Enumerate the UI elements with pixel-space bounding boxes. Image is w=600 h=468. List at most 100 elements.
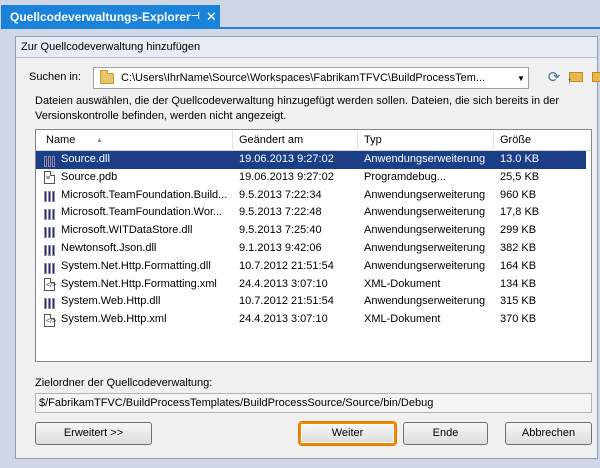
file-type: XML-Dokument: [364, 277, 441, 290]
file-date: 9.5.2013 7:22:34: [239, 188, 322, 201]
file-type: Anwendungserweiterung: [364, 241, 486, 254]
file-name-cell: Source.dll: [36, 151, 233, 169]
file-name-cell: System.Web.Http.dll: [36, 293, 233, 311]
file-size: 315 KB: [500, 295, 537, 308]
file-size: 382 KB: [500, 241, 537, 254]
file-date: 24.4.2013 3:07:10: [239, 313, 328, 326]
file-name-cell: Microsoft.TeamFoundation.Wor...: [36, 204, 233, 222]
file-row[interactable]: ≡ Source.pdb 19.06.2013 9:27:02 Programdebu…: [36, 169, 591, 187]
file-name: System.Web.Http.dll: [61, 295, 161, 308]
file-name: System.Net.Http.Formatting.dll: [61, 259, 211, 272]
look-in-row: Suchen in: C:\Users\IhrName\Source\Works…: [29, 67, 600, 89]
document-tab-strip: Quellcodeverwaltungs-Explorer ⊣ ✕: [0, 0, 600, 29]
file-size: 17,8 KB: [500, 206, 540, 219]
tab-title: Quellcodeverwaltungs-Explorer: [10, 9, 191, 24]
dropdown-arrow-icon[interactable]: ▼: [514, 74, 528, 83]
file-row[interactable]: </> System.Net.Http.Formatting.xml 24.4.20…: [36, 276, 591, 294]
xml-icon: </>: [44, 313, 56, 327]
pin-icon[interactable]: ⊣: [191, 11, 200, 22]
file-date: 19.06.2013 9:27:02: [239, 170, 334, 183]
folder-icon: [100, 69, 114, 84]
file-type: Programdebug...: [364, 170, 446, 183]
destination-label: Zielordner der Quellcodeverwaltung:: [35, 377, 213, 389]
file-size: 25,5 KB: [500, 170, 540, 183]
file-rows: Source.dll 19.06.2013 9:27:02 Anwendungser…: [36, 151, 591, 329]
dll-icon: [42, 260, 56, 274]
file-name: Source.dll: [61, 153, 110, 165]
column-header-name[interactable]: Name ▲: [36, 130, 233, 151]
file-date: 19.06.2013 9:27:02: [233, 151, 358, 169]
cancel-button[interactable]: Abbrechen: [505, 422, 592, 445]
file-size: 13.0 KB: [494, 151, 586, 169]
dll-icon: [42, 295, 56, 310]
close-icon[interactable]: ✕: [206, 9, 217, 25]
tab-underline: [1, 27, 600, 29]
file-date: 10.7.2012 21:51:54: [239, 295, 334, 308]
file-name-cell: ≡ Source.pdb: [36, 169, 233, 187]
look-in-combobox[interactable]: C:\Users\IhrName\Source\Workspaces\Fabri…: [93, 67, 529, 89]
file-date: 9.1.2013 9:42:06: [239, 241, 322, 254]
file-size: 960 KB: [500, 188, 537, 201]
file-name-cell: </> System.Web.Http.xml: [36, 311, 233, 329]
file-type: Anwendungserweiterung: [364, 259, 486, 272]
file-size: 164 KB: [500, 259, 537, 272]
file-name: Newtonsoft.Json.dll: [61, 241, 157, 254]
column-name-label: Name: [46, 134, 76, 146]
file-name: Microsoft.WITDataStore.dll: [61, 224, 193, 237]
column-header-type[interactable]: Typ: [358, 130, 494, 151]
destination-path-field[interactable]: $/FabrikamTFVC/BuildProcessTemplates/Bui…: [35, 393, 592, 413]
dll-icon: [42, 206, 56, 221]
file-size: 299 KB: [500, 224, 537, 237]
list-header: Name ▲ Geändert am Typ Größe: [36, 130, 591, 151]
file-type: Anwendungserweiterung: [364, 206, 486, 219]
file-size: 370 KB: [500, 313, 537, 326]
file-type: Anwendungserweiterung: [364, 188, 486, 201]
file-row[interactable]: Microsoft.WITDataStore.dll 9.5.2013 7:25:…: [36, 222, 591, 240]
refresh-icon[interactable]: ⟳: [545, 68, 563, 86]
up-folder-icon[interactable]: ↑: [567, 68, 585, 87]
file-name: Microsoft.TeamFoundation.Wor...: [61, 206, 223, 219]
next-button[interactable]: Weiter: [299, 422, 396, 445]
column-header-size[interactable]: Größe: [494, 130, 591, 151]
add-to-source-control-dialog: Zur Quellcodeverwaltung hinzufügen Suche…: [15, 36, 600, 459]
file-name: Microsoft.TeamFoundation.Build...: [61, 188, 228, 201]
file-date: 10.7.2012 21:51:54: [239, 259, 334, 272]
file-row[interactable]: Newtonsoft.Json.dll 9.1.2013 9:42:06 Anwen…: [36, 240, 591, 258]
column-header-date[interactable]: Geändert am: [233, 130, 358, 151]
file-date: 9.5.2013 7:25:40: [239, 224, 322, 237]
file-name: System.Web.Http.xml: [61, 313, 167, 326]
sort-ascending-icon: ▲: [96, 137, 103, 144]
file-type: Anwendungserweiterung: [364, 295, 486, 308]
file-row[interactable]: </> System.Web.Http.xml 24.4.2013 3:07:10 X…: [36, 311, 591, 329]
dll-icon: [42, 224, 56, 239]
tab-source-control-explorer[interactable]: Quellcodeverwaltungs-Explorer ⊣ ✕: [1, 5, 220, 28]
dll-icon: [42, 242, 56, 256]
xml-icon: </>: [44, 277, 56, 291]
file-row[interactable]: Source.dll 19.06.2013 9:27:02 Anwendungser…: [36, 151, 591, 169]
document-icon: ≡: [44, 171, 55, 185]
file-type: XML-Dokument: [364, 313, 441, 326]
file-name: Source.pdb: [61, 170, 118, 183]
new-folder-icon[interactable]: ✱: [590, 68, 600, 86]
dll-icon: [42, 153, 56, 167]
file-name-cell: Microsoft.TeamFoundation.Build...: [36, 187, 233, 205]
finish-button[interactable]: Ende: [403, 422, 488, 445]
file-row[interactable]: Microsoft.TeamFoundation.Build... 9.5.201…: [36, 187, 591, 205]
file-row[interactable]: Microsoft.TeamFoundation.Wor... 9.5.2013 …: [36, 204, 591, 222]
advanced-button[interactable]: Erweitert >>: [35, 422, 152, 445]
file-type: Anwendungserweiterung: [358, 151, 494, 169]
file-row[interactable]: System.Net.Http.Formatting.dll 10.7.2012 …: [36, 258, 591, 276]
file-date: 9.5.2013 7:22:48: [239, 206, 322, 219]
file-date: 24.4.2013 3:07:10: [239, 277, 328, 290]
file-name-cell: Microsoft.WITDataStore.dll: [36, 222, 233, 240]
file-name-cell: System.Net.Http.Formatting.dll: [36, 258, 233, 276]
dialog-title: Zur Quellcodeverwaltung hinzufügen: [16, 37, 597, 58]
file-name-cell: Newtonsoft.Json.dll: [36, 240, 233, 258]
look-in-label: Suchen in:: [29, 71, 81, 83]
file-type: Anwendungserweiterung: [364, 224, 486, 237]
look-in-path: C:\Users\IhrName\Source\Workspaces\Fabri…: [121, 72, 486, 84]
file-row[interactable]: System.Web.Http.dll 10.7.2012 21:51:54 Anw…: [36, 293, 591, 311]
instructions-text: Dateien auswählen, die der Quellcodeverw…: [35, 95, 560, 122]
file-list[interactable]: Name ▲ Geändert am Typ Größe Source.dll 1…: [35, 129, 592, 362]
dll-icon: [42, 188, 56, 203]
